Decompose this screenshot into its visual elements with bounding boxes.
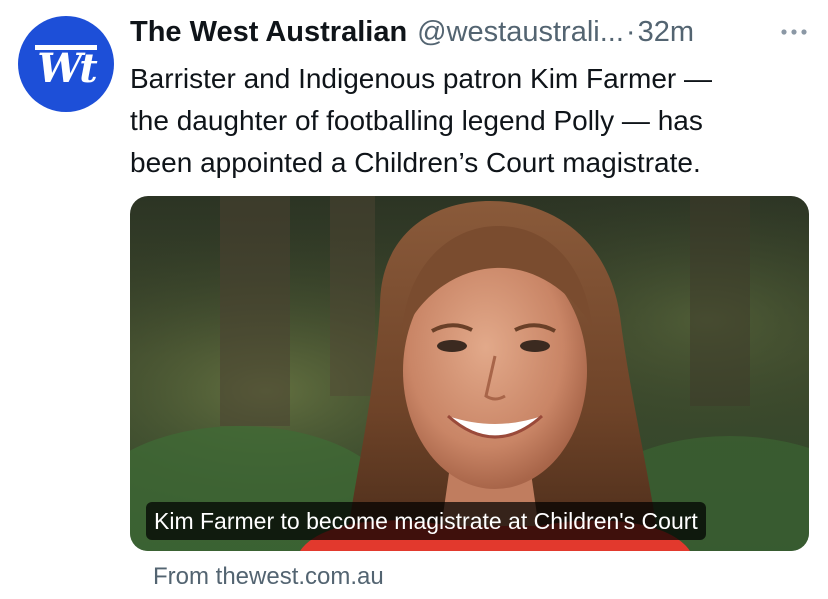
logo-lettering: Wt (37, 45, 97, 92)
tweet-header: The West Australian @westaustrali... · 3… (130, 12, 820, 52)
article-photo (130, 196, 809, 551)
tweet-text: Barrister and Indigenous patron Kim Farm… (130, 58, 810, 184)
timestamp[interactable]: 32m (638, 16, 694, 49)
tweet[interactable]: Wt The West Australian @westaustrali... … (0, 0, 828, 599)
more-button[interactable] (772, 14, 816, 50)
more-horizontal-icon (781, 29, 807, 35)
tweet-text-line: Barrister and Indigenous patron Kim Farm… (130, 63, 713, 94)
author-handle[interactable]: @westaustrali... (417, 16, 624, 49)
link-card[interactable]: Kim Farmer to become magistrate at Child… (130, 196, 809, 551)
card-caption: Kim Farmer to become magistrate at Child… (146, 502, 706, 540)
link-source[interactable]: From thewest.com.au (153, 560, 384, 594)
tweet-text-line: been appointed a Children’s Court magist… (130, 147, 701, 178)
avatar[interactable]: Wt (18, 16, 114, 112)
tweet-text-line: the daughter of footballing legend Polly… (130, 105, 703, 136)
the-west-logo-icon: Wt (31, 37, 101, 91)
separator-dot: · (625, 15, 636, 48)
author-name[interactable]: The West Australian (130, 16, 407, 49)
